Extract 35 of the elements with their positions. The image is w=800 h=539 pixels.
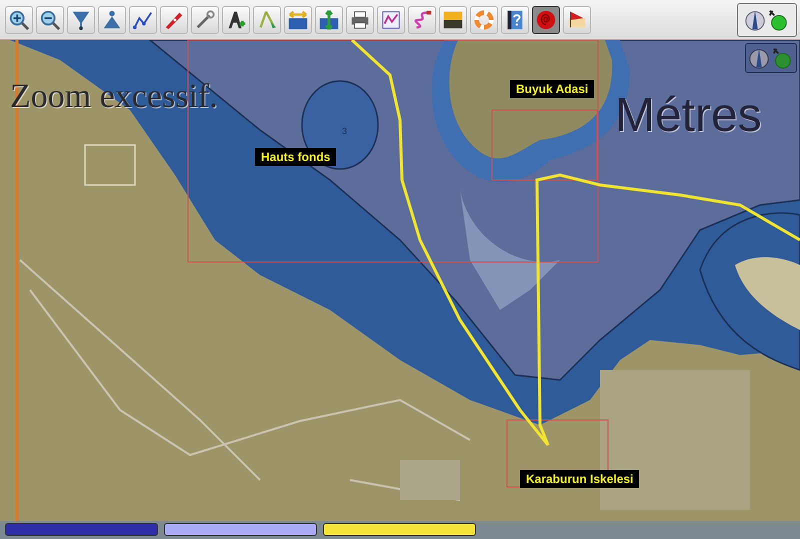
graph-icon <box>380 8 402 30</box>
print-button[interactable] <box>346 6 374 34</box>
lifebuoy-icon <box>473 8 495 30</box>
cone-icon <box>101 8 123 30</box>
unit-watermark-text: Métres <box>615 88 762 143</box>
cone-tool-button[interactable] <box>98 6 126 34</box>
printer-icon <box>349 8 371 30</box>
compass-panel[interactable] <box>737 2 797 36</box>
place-label: Buyuk Adasi <box>510 80 594 98</box>
graph-tool-button[interactable] <box>377 6 405 34</box>
depth-tool-button[interactable] <box>315 6 343 34</box>
funnel-tool-button[interactable] <box>67 6 95 34</box>
place-label: Karaburun Iskelesi <box>520 470 640 488</box>
zoom-in-icon <box>8 8 30 30</box>
boat-tool-button[interactable] <box>160 6 188 34</box>
text-tool-button[interactable] <box>222 6 250 34</box>
place-label: Hauts fonds <box>255 148 336 166</box>
spiral-icon <box>535 8 557 30</box>
route-tool-button[interactable] <box>129 6 157 34</box>
width-tool-button[interactable] <box>284 6 312 34</box>
flag-tool-button[interactable] <box>563 6 591 34</box>
sunset-tool-button[interactable] <box>439 6 467 34</box>
spiral-tool-button[interactable] <box>532 6 560 34</box>
village-block <box>400 460 460 500</box>
depth-icon <box>318 8 340 30</box>
zoom-in-button[interactable] <box>5 6 33 34</box>
help-button[interactable] <box>501 6 529 34</box>
wrench-tool-button[interactable] <box>191 6 219 34</box>
zoom-out-button[interactable] <box>36 6 64 34</box>
village-block <box>84 144 136 186</box>
compass-panel[interactable] <box>745 43 797 73</box>
zoom-out-icon <box>39 8 61 30</box>
cable-tool-button[interactable] <box>408 6 436 34</box>
depth-sounding: 3 <box>342 126 348 136</box>
width-icon <box>287 8 309 30</box>
